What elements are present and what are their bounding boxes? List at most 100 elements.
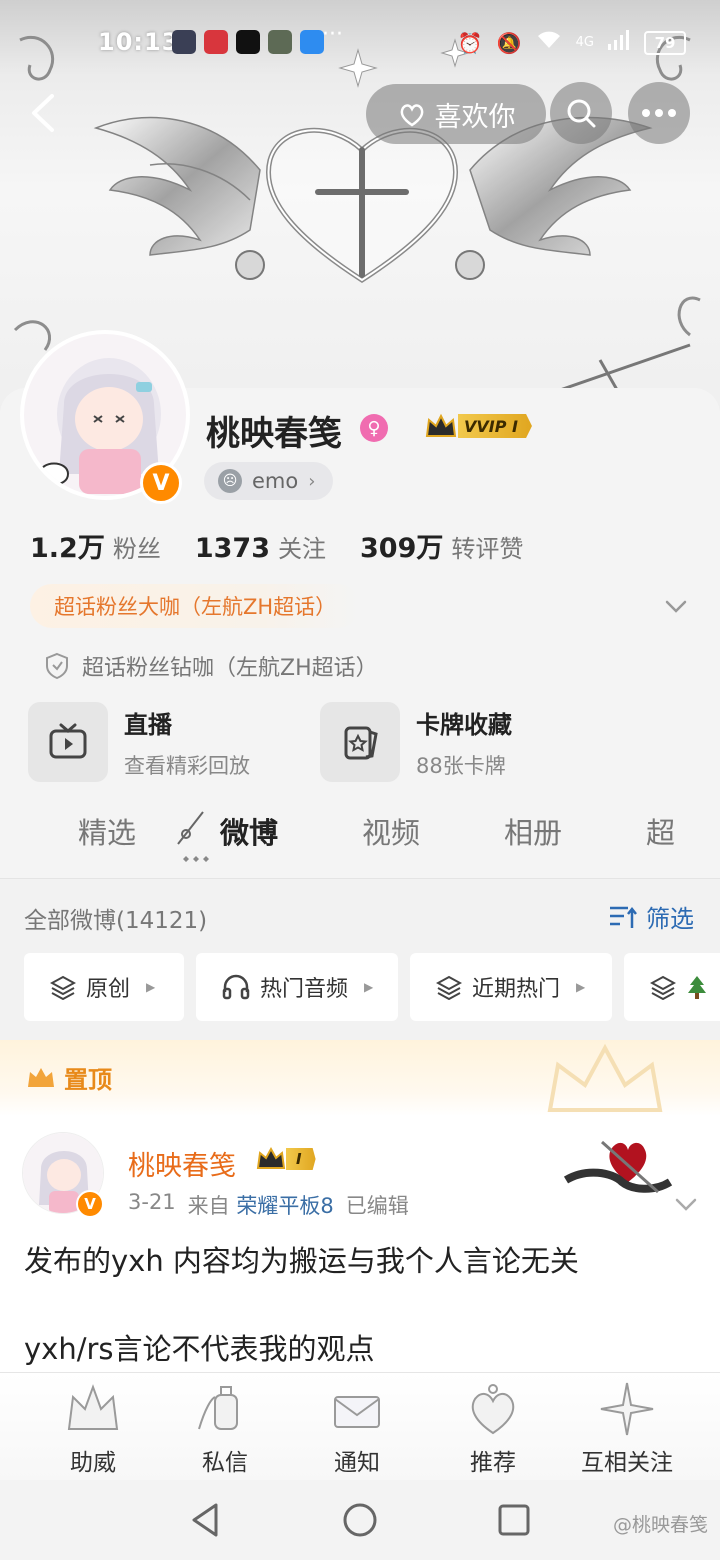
engagement-stat[interactable]: 309万 转评赞 (360, 526, 523, 565)
card-star-icon (344, 726, 378, 760)
female-gender-icon: ♀ (360, 414, 388, 442)
crown-icon (256, 1146, 286, 1169)
mutual-follow-label: 互相关注 (581, 1450, 673, 1476)
message-label: 私信 (202, 1450, 248, 1476)
nav-home-circle-icon[interactable] (340, 1500, 380, 1540)
pinned-label: 置顶 (26, 1060, 112, 1095)
sad-face-icon: ☹ (218, 469, 242, 493)
lantern-icon (198, 1386, 238, 1430)
heart-crest-icon (471, 1384, 515, 1435)
dark-heart-decor-icon (563, 1140, 673, 1194)
more-dots-icon (642, 109, 676, 117)
message-button[interactable]: 私信 (160, 1373, 290, 1481)
post-text-line: yxh/rs言论不代表我的观点 (24, 1332, 375, 1366)
app-icon (204, 30, 228, 54)
tree-icon (688, 976, 706, 999)
chip-hot-audio[interactable]: 热门音频 ▶ (196, 953, 398, 1021)
nav-recents-square-icon[interactable] (494, 1500, 534, 1540)
filter-icon (610, 906, 637, 928)
mute-icon: 🔕 (496, 30, 522, 55)
profile-name: 桃映春笺 (206, 414, 342, 454)
pinned-text: 置顶 (64, 1066, 112, 1094)
alarm-icon: ⏰ (457, 30, 483, 55)
profile-stats: 1.2万 粉丝 1373 关注 309万 转评赞 (30, 526, 523, 565)
profile-tabs: 精选 微博 视频 相册 超 (0, 796, 720, 876)
post-from-prefix: 来自 (187, 1194, 230, 1218)
card-collection-subtitle: 88张卡牌 (416, 753, 506, 778)
post-vip-label: I (286, 1148, 316, 1170)
filter-label: 筛选 (646, 905, 694, 933)
chip-original-label: 原创 (86, 977, 131, 1002)
chevron-down-icon (675, 1198, 697, 1211)
status-bar: 10:13 ··· ⏰ 🔕 4G 79 (0, 20, 720, 64)
notification-button[interactable]: 通知 (292, 1373, 422, 1481)
tab-weibo[interactable]: 微博 (220, 810, 278, 852)
nav-back-triangle-icon[interactable] (186, 1500, 226, 1540)
card-collection-title: 卡牌收藏 (416, 710, 512, 739)
chip-more[interactable] (624, 953, 720, 1021)
tiktok-icon (236, 30, 260, 54)
app-icon (300, 30, 324, 54)
wifi-icon (536, 30, 562, 55)
live-entry[interactable]: 直播 查看精彩回放 (28, 702, 250, 782)
post-author-name[interactable]: 桃映春笺 (128, 1144, 236, 1183)
pinned-post[interactable]: 置顶 V 桃映春笺 I 3-21 来自 荣耀平板8 已编辑 发布的yxh 内容均… (0, 1040, 720, 1372)
heart-hand-icon (400, 104, 423, 127)
network-type: 4G (575, 35, 594, 50)
super-fan-tag[interactable]: 超话粉丝大咖（左航ZH超话） (30, 584, 361, 628)
card-collection-entry[interactable]: 卡牌收藏 88张卡牌 (320, 702, 512, 782)
vvip-badge[interactable]: VVIP I (424, 412, 532, 440)
layers-icon (436, 975, 462, 1000)
bottom-action-bar: 助威 私信 通知 推荐 互相关注 (0, 1372, 720, 1480)
verified-badge-icon: V (140, 462, 182, 504)
mutual-follow-button[interactable]: 互相关注 (562, 1373, 692, 1481)
chip-original[interactable]: 原创 ▶ (24, 953, 184, 1021)
like-button[interactable]: 喜欢你 (366, 84, 546, 144)
recommend-button[interactable]: 推荐 (428, 1373, 558, 1481)
like-label: 喜欢你 (434, 101, 516, 133)
verified-badge-icon: V (76, 1190, 104, 1218)
post-meta: 3-21 来自 荣耀平板8 已编辑 (128, 1190, 409, 1220)
cheer-button[interactable]: 助威 (28, 1373, 158, 1481)
layers-icon (650, 975, 676, 1000)
mood-status-button[interactable]: ☹ emo › (204, 462, 334, 500)
following-stat[interactable]: 1373 关注 (195, 529, 326, 564)
tab-album[interactable]: 相册 (504, 810, 562, 852)
crown-icon (425, 413, 457, 437)
mood-label: emo (252, 469, 299, 493)
tab-featured[interactable]: 精选 (78, 810, 136, 852)
watermark: @桃映春笺 (612, 1514, 708, 1536)
post-edited: 已编辑 (345, 1194, 409, 1218)
crown-icon (67, 1384, 119, 1430)
chevron-down-icon (665, 600, 687, 613)
super-fan-tag-secondary[interactable]: 超话粉丝钻咖（左航ZH超话） (44, 650, 378, 682)
expand-tags-button[interactable] (662, 592, 690, 620)
chip-recent-hot[interactable]: 近期热门 ▶ (410, 953, 612, 1021)
followers-stat[interactable]: 1.2万 粉丝 (30, 526, 161, 565)
feed-count: 全部微博(14121) (24, 908, 208, 934)
tab-video[interactable]: 视频 (362, 810, 420, 852)
post-options-button[interactable] (672, 1190, 700, 1218)
chevron-left-icon (32, 94, 54, 132)
more-options-button[interactable] (628, 82, 690, 144)
app-icon (172, 30, 196, 54)
followers-count: 1.2万 (30, 533, 105, 564)
crown-watermark-icon (547, 1043, 663, 1112)
post-vip-badge[interactable]: I (256, 1146, 316, 1172)
search-button[interactable] (550, 82, 612, 144)
envelope-icon (334, 1396, 380, 1428)
engagement-label: 转评赞 (451, 535, 524, 563)
back-button[interactable] (20, 88, 70, 138)
triangle-right-icon: ▶ (146, 980, 156, 994)
more-notifications-icon: ··· (322, 22, 343, 47)
live-subtitle: 查看精彩回放 (124, 753, 250, 778)
signal-icon (608, 30, 630, 55)
post-source[interactable]: 荣耀平板8 (236, 1194, 333, 1218)
system-navigation-bar: @桃映春笺 (0, 1480, 720, 1560)
status-time: 10:13 (98, 28, 180, 56)
cheer-label: 助威 (70, 1450, 116, 1476)
filter-button[interactable]: 筛选 (608, 899, 694, 934)
engagement-count: 309万 (360, 533, 444, 564)
tab-super[interactable]: 超 (646, 810, 675, 852)
chip-hot-audio-label: 热门音频 (260, 977, 349, 1002)
